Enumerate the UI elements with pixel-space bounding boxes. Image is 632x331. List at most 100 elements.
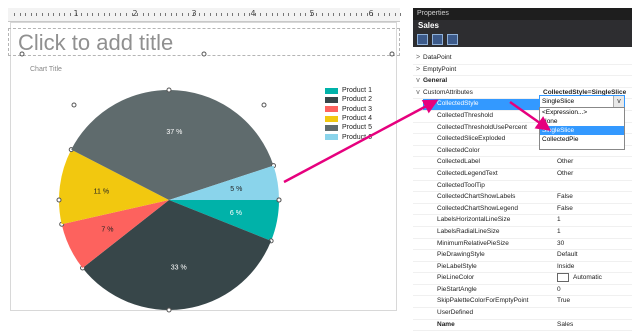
property-row[interactable]: PieLabelStyle Inside [413,262,632,274]
expander-space [413,239,423,250]
property-name: PieLabelStyle [437,262,477,270]
property-row[interactable]: PieLineColor Automatic [413,273,632,285]
property-row[interactable]: LabelsHorizontalLineSize 1 [413,215,632,227]
property-name: Name [437,320,455,328]
alphabetical-icon[interactable] [432,34,443,45]
legend-label: Product 5 [342,124,372,132]
property-row[interactable]: UserDefined [413,308,632,320]
property-value[interactable]: Inside [557,262,632,273]
legend-swatch [325,115,338,122]
expander-space [413,296,423,307]
legend-entry[interactable]: Product 4 [325,114,372,123]
property-value[interactable]: False [557,192,632,203]
property-row[interactable]: CollectedChartShowLegend False [413,204,632,216]
property-value[interactable]: 1 [557,215,632,226]
property-pages-icon[interactable] [447,34,458,45]
property-value[interactable] [543,76,632,87]
property-row[interactable]: CollectedToolTip [413,181,632,193]
property-row[interactable]: PieStartAngle 0 [413,285,632,297]
dropdown-list[interactable]: <Expression...> None SingleSlice CollectedP… [539,107,625,150]
property-value[interactable]: 1 [557,227,632,238]
legend-label: Product 2 [342,96,372,104]
selection-handle[interactable] [276,197,282,203]
property-name: CollectedThresholdUsePercent [437,123,527,131]
property-row[interactable]: CollectedChartShowLabels False [413,192,632,204]
property-name: MinimumRelativePieSize [437,239,509,247]
property-row[interactable]: Name Sales [413,320,632,331]
dropdown-option[interactable]: <Expression...> [540,108,624,117]
legend-entry[interactable]: Product 3 [325,105,372,114]
legend-entry[interactable]: Product 6 [325,132,372,141]
pie-data-label: 6 % [230,210,242,217]
dropdown-option[interactable]: None [540,117,624,126]
property-name: CollectedSliceExploded [437,135,506,143]
pie-data-label: 33 % [171,265,187,272]
properties-panel: Properties Sales > DataPoint > EmptyPoint v G… [413,8,632,331]
properties-toolbar [413,32,632,47]
pie-data-label: 11 % [94,188,109,195]
property-name: CollectedColor [437,146,480,154]
chart-legend[interactable]: Product 1 Product 2 Product 3 Product 4 Prod… [325,86,372,142]
property-name: CollectedStyle [423,99,557,110]
property-row[interactable]: LabelsRadialLineSize 1 [413,227,632,239]
expander-space [413,285,423,296]
selection-handle[interactable] [166,307,172,313]
property-value[interactable] [543,65,632,76]
expander-icon[interactable]: v [413,88,423,99]
title-selection-handle[interactable] [201,51,207,57]
title-selection-handle[interactable] [19,51,25,57]
property-value[interactable] [543,53,632,64]
property-value[interactable]: 0 [557,285,632,296]
title-selection-handle[interactable] [389,51,395,57]
legend-entry[interactable]: Product 1 [325,86,372,95]
legend-entry[interactable]: Product 5 [325,123,372,132]
property-value[interactable] [557,308,632,319]
property-row[interactable]: > EmptyPoint [413,65,632,77]
legend-label: Product 4 [342,115,372,123]
property-row[interactable]: v General [413,76,632,88]
dropdown-option[interactable]: SingleSlice [540,126,624,135]
selection-handle[interactable] [166,87,172,93]
categorized-icon[interactable] [417,34,428,45]
expander-space [413,204,423,215]
property-row[interactable]: MinimumRelativePieSize 30 [413,239,632,251]
legend-swatch [325,106,338,113]
expander-space [413,250,423,261]
property-name: SkipPaletteColorForEmptyPoint [437,297,529,305]
color-swatch[interactable] [557,273,569,283]
selection-handle[interactable] [261,102,267,108]
property-name: PieStartAngle [437,285,477,293]
property-row[interactable]: PieDrawingStyle Default [413,250,632,262]
property-value[interactable]: Automatic [557,273,632,284]
chevron-down-icon[interactable]: v [613,96,624,107]
property-row[interactable]: SkipPaletteColorForEmptyPoint True [413,296,632,309]
legend-entry[interactable]: Product 2 [325,95,372,104]
expander-icon[interactable]: > [413,65,423,76]
property-value[interactable]: Other [557,169,632,180]
property-value[interactable]: Other [557,157,632,168]
property-value[interactable]: False [557,204,632,215]
property-name: DataPoint [423,54,452,61]
legend-label: Product 1 [342,87,372,95]
expander-space [413,320,423,331]
selection-handle[interactable] [71,102,77,108]
legend-swatch [325,124,338,131]
property-row[interactable]: CollectedLegendText Other [413,169,632,181]
dropdown-option[interactable]: CollectedPie [540,135,624,144]
property-name: PieLineColor [437,274,475,282]
selection-handle[interactable] [56,197,62,203]
expander-space [413,192,423,203]
property-name: CollectedLegendText [437,169,498,177]
property-value[interactable] [557,181,632,192]
expander-icon[interactable]: v [413,76,423,87]
property-value[interactable]: True [557,296,632,307]
expander-space [413,111,423,122]
property-row[interactable]: > DataPoint [413,53,632,65]
expander-icon[interactable]: > [413,53,423,64]
property-name: CustomAttributes [423,88,473,96]
property-value[interactable]: Default [557,250,632,261]
expander-space [413,134,423,145]
property-value[interactable]: Sales [557,320,632,331]
property-value[interactable]: 30 [557,239,632,250]
property-row[interactable]: CollectedLabel Other [413,157,632,169]
